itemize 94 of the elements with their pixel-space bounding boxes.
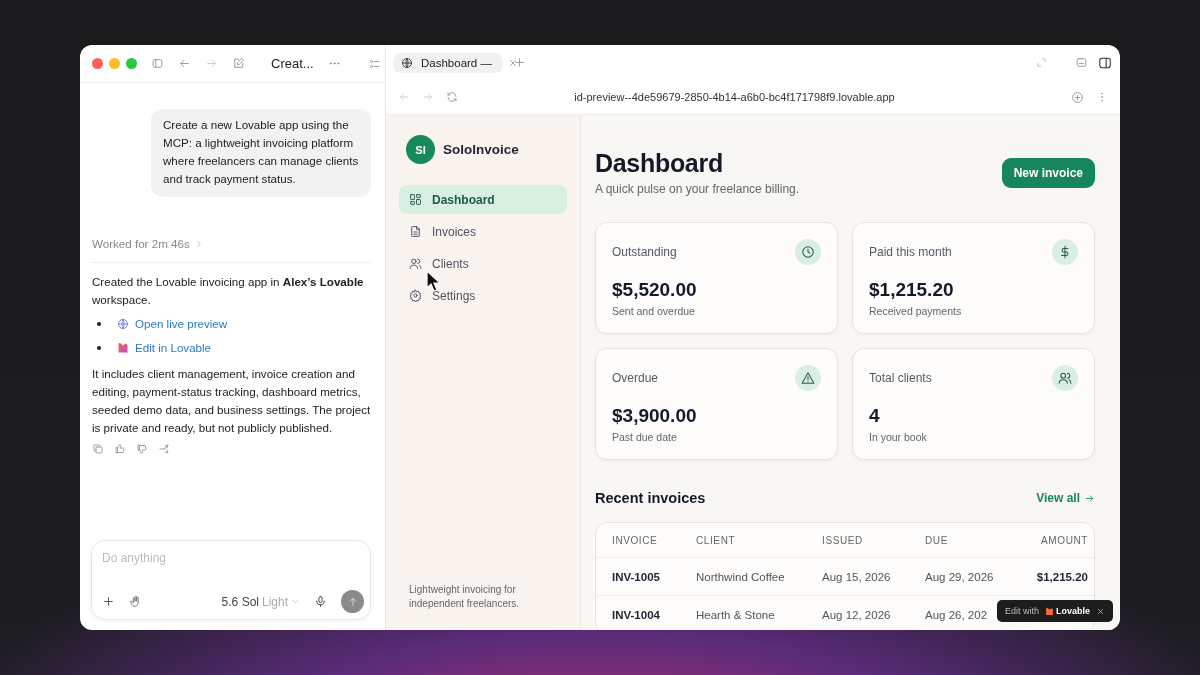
sidebar-icon[interactable] xyxy=(151,57,164,70)
globe-icon xyxy=(117,318,129,330)
reply-text: It includes client management, invoice creation and editing, payment-status tracking, dashboard metrics, seeded demo data, and business settings. The project is private and ready, but not publicly published. xyxy=(92,366,371,436)
table-cell: Aug 29, 2026 xyxy=(925,570,994,583)
column-header: INVOICE xyxy=(612,534,658,546)
chat-title: Creat... xyxy=(271,56,314,71)
people-icon xyxy=(409,257,422,270)
stat-label: Paid this month xyxy=(869,245,952,259)
stat-note: Received payments xyxy=(869,305,963,317)
link[interactable]: Open live preview xyxy=(135,315,228,333)
stat-label: Outstanding xyxy=(612,245,677,259)
back-icon[interactable] xyxy=(398,91,410,103)
brand-name: SoloInvoice xyxy=(443,142,519,157)
table-cell: Hearth & Stone xyxy=(696,608,775,621)
close-icon[interactable] xyxy=(1096,606,1105,616)
link[interactable]: Edit in Lovable xyxy=(135,339,212,357)
nav-item[interactable]: Invoices xyxy=(399,217,567,246)
forward-icon[interactable] xyxy=(205,57,218,70)
nav-item[interactable]: Clients xyxy=(399,249,567,278)
pointer-icon xyxy=(426,270,440,292)
new-invoice-button[interactable]: New invoice xyxy=(1001,157,1095,188)
people-icon xyxy=(1058,371,1072,385)
brand-logo: SI xyxy=(406,135,435,164)
url-field[interactable]: id-preview--4de59679-2850-4b14-a6b0-bc4f171798f9.lovable.app xyxy=(470,91,999,103)
dollar-icon xyxy=(1058,245,1072,259)
view-all-link[interactable]: View all xyxy=(1036,491,1095,505)
bullet xyxy=(97,346,101,350)
thumbs-up-icon[interactable] xyxy=(114,443,126,455)
page-subtitle: A quick pulse on your freelance billing. xyxy=(595,182,800,196)
forward-icon[interactable] xyxy=(422,91,434,103)
bullet xyxy=(97,322,101,326)
toast-brand: Lovable xyxy=(1056,606,1090,616)
grid-icon xyxy=(409,193,422,206)
table-cell: INV-1005 xyxy=(612,570,660,583)
table-cell: Northwind Coffee xyxy=(696,570,785,583)
stat-label: Total clients xyxy=(869,371,932,385)
table-cell: INV-1004 xyxy=(612,608,660,621)
section-title: Recent invoices xyxy=(595,490,706,506)
minimize-dot[interactable] xyxy=(109,58,120,69)
arrow-up-icon xyxy=(346,595,359,608)
reply-text: Created the Lovable invoicing app in Alex’s Lovable workspace. xyxy=(92,274,365,308)
worked-for-label[interactable]: Worked for 2m 46s xyxy=(92,235,190,253)
share-icon[interactable] xyxy=(158,443,170,455)
table-cell: Aug 26, 202 xyxy=(925,608,988,621)
table-cell: $1,215.20 xyxy=(1036,570,1088,583)
nav-item[interactable]: Dashboard xyxy=(399,185,567,214)
warning-icon xyxy=(801,371,815,385)
back-icon[interactable] xyxy=(178,57,191,70)
globe-icon xyxy=(401,56,413,69)
zoom-dot[interactable] xyxy=(126,58,137,69)
prompt-field[interactable]: Do anything xyxy=(102,549,364,567)
column-header: AMOUNT xyxy=(1041,534,1088,546)
document-icon xyxy=(409,225,422,238)
thumbs-down-icon[interactable] xyxy=(136,443,148,455)
edit-with-toast[interactable]: Edit with Lovable xyxy=(996,600,1113,622)
table-cell: Aug 15, 2026 xyxy=(822,570,891,583)
composer[interactable]: Do anything 5.6 Sol Light xyxy=(91,540,371,620)
stat-value: $3,900.00 xyxy=(612,405,698,427)
add-circle-icon[interactable] xyxy=(1071,90,1084,104)
send-button[interactable] xyxy=(341,590,364,613)
column-header: ISSUED xyxy=(822,534,863,546)
arrow-right-icon xyxy=(1084,492,1095,504)
nav-item[interactable]: Settings xyxy=(399,281,567,310)
reload-icon[interactable] xyxy=(446,91,458,103)
expand-icon[interactable] xyxy=(1036,57,1047,68)
column-header: CLIENT xyxy=(696,534,736,546)
page-title: Dashboard xyxy=(595,149,724,178)
panel-icon[interactable] xyxy=(1075,56,1088,69)
stat-note: Sent and overdue xyxy=(612,305,696,317)
gear-icon xyxy=(409,289,422,302)
stat-label: Overdue xyxy=(612,371,659,385)
clock-icon xyxy=(801,245,815,259)
toast-label: Edit with xyxy=(1004,606,1039,616)
column-header: DUE xyxy=(925,534,948,546)
plus-icon[interactable] xyxy=(102,595,115,608)
copy-icon[interactable] xyxy=(92,443,104,455)
user-message: Create a new Lovable app using the MCP: a lightweight invoicing platform where freelancers can manage clients and track payment status. xyxy=(151,109,371,197)
microphone-icon[interactable] xyxy=(314,595,327,608)
list-icon[interactable] xyxy=(368,57,381,70)
close-icon[interactable] xyxy=(507,57,518,68)
tagline: Lightweight invoicing for independent freelancers. xyxy=(408,583,521,610)
stat-value: 4 xyxy=(869,405,881,427)
close-dot[interactable] xyxy=(92,58,103,69)
stat-value: $5,520.00 xyxy=(612,279,698,301)
model-selector[interactable]: 5.6 Sol Light xyxy=(221,594,300,609)
split-view-icon[interactable] xyxy=(1098,55,1112,70)
stat-note: In your book xyxy=(869,431,928,443)
stat-value: $1,215.20 xyxy=(869,279,955,301)
hand-icon[interactable] xyxy=(129,595,142,608)
compose-icon[interactable] xyxy=(232,57,245,70)
chevron-down-icon xyxy=(291,597,300,606)
table-cell: Aug 12, 2026 xyxy=(822,608,891,621)
tab-title: Dashboard — xyxy=(421,56,492,69)
stat-note: Past due date xyxy=(612,431,678,443)
